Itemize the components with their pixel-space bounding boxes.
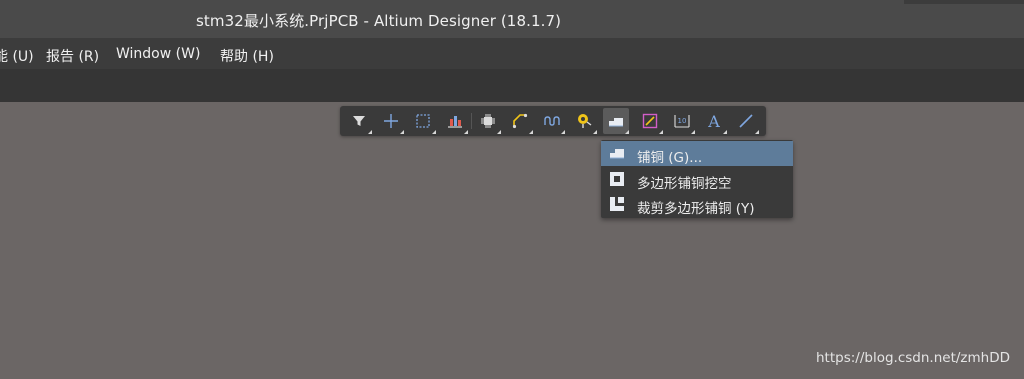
menu-item-window[interactable]: Window (W): [116, 46, 200, 62]
keepout-icon: [642, 113, 658, 129]
menu-item-polygon-pour[interactable]: 铺铜 (G)...: [601, 141, 793, 166]
via-button[interactable]: [571, 108, 597, 134]
menu-item-label: 裁剪多边形铺铜 (Y): [637, 201, 755, 217]
align-button[interactable]: [442, 108, 468, 134]
svg-text:A: A: [707, 112, 720, 130]
menu-item-label: 铺铜 (G)...: [637, 150, 703, 166]
interactive-route-icon: [512, 113, 528, 129]
window-controls-edge: [904, 0, 1024, 4]
menu-item-reports[interactable]: 报告 (R): [46, 46, 99, 66]
differential-pair-icon: [544, 116, 560, 126]
dimension-button[interactable]: 10: [669, 108, 695, 134]
crosshair-button[interactable]: [378, 108, 404, 134]
filter-button[interactable]: [346, 108, 372, 134]
svg-text:10: 10: [678, 117, 687, 125]
polygon-pour-icon: [610, 149, 624, 159]
text-icon: A: [707, 112, 720, 130]
align-icon: [448, 116, 462, 128]
select-rectangle-icon: [416, 114, 430, 128]
menu-bar: 能 (U) 报告 (R) Window (W) 帮助 (H): [0, 38, 1024, 69]
window-title: stm32最小系统.PrjPCB - Altium Designer (18.1…: [196, 12, 562, 30]
menu-item-polygon-cutout[interactable]: 多边形铺铜挖空: [601, 167, 793, 192]
filter-icon: [353, 116, 365, 126]
polygon-pour-dropdown: 铺铜 (G)... 多边形铺铜挖空 裁剪多边形铺铜 (Y): [601, 140, 793, 218]
line-icon: [739, 114, 753, 128]
menu-item-slice-polygon[interactable]: 裁剪多边形铺铜 (Y): [601, 192, 793, 217]
polygon-cutout-icon: [610, 172, 624, 186]
select-rectangle-button[interactable]: [410, 108, 436, 134]
polygon-pour-button[interactable]: [603, 108, 629, 134]
text-button[interactable]: A: [701, 108, 727, 134]
toolbar-separator: [471, 113, 472, 129]
line-button[interactable]: [733, 108, 759, 134]
component-button[interactable]: [475, 108, 501, 134]
keepout-button[interactable]: [637, 108, 663, 134]
differential-pair-button[interactable]: [539, 108, 565, 134]
crosshair-icon: [384, 114, 398, 128]
component-icon: [481, 114, 495, 128]
active-bar-toolbar: 10 A: [340, 106, 766, 136]
via-icon: [578, 114, 592, 128]
window-title-bar: stm32最小系统.PrjPCB - Altium Designer (18.1…: [0, 0, 1024, 38]
menu-item-help[interactable]: 帮助 (H): [220, 46, 274, 66]
interactive-route-button[interactable]: [507, 108, 533, 134]
dimension-icon: 10: [674, 115, 690, 128]
toolbar-strip: [0, 69, 1024, 102]
menu-item-tools[interactable]: 能 (U): [0, 46, 34, 66]
polygon-pour-icon: [609, 118, 623, 127]
menu-item-label: 多边形铺铜挖空: [637, 176, 732, 192]
watermark: https://blog.csdn.net/zmhDD: [816, 350, 1010, 366]
slice-polygon-icon: [610, 197, 624, 211]
